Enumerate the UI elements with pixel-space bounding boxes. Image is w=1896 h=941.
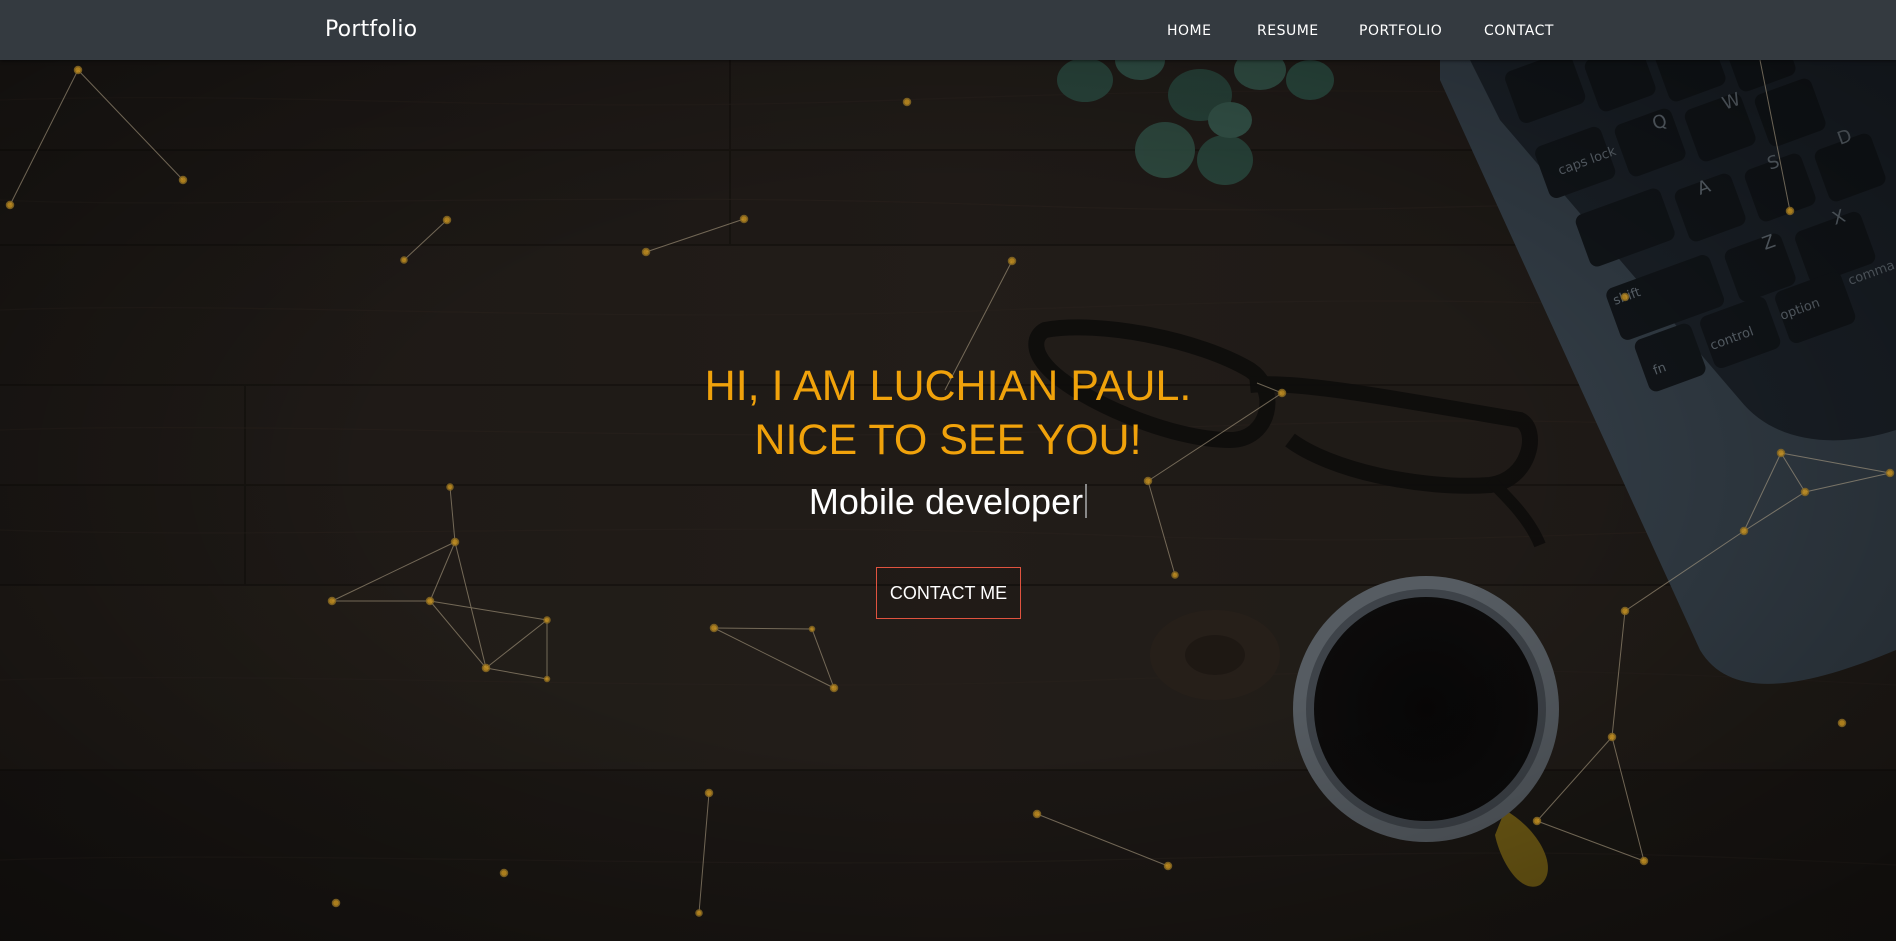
hero-title-line-2: NICE TO SEE YOU!	[754, 416, 1142, 464]
typed-text: Mobile developer	[808, 481, 1084, 522]
typing-cursor	[1085, 484, 1088, 518]
nav-link-resume[interactable]: RESUME	[1257, 23, 1319, 39]
nav-link-portfolio[interactable]: PORTFOLIO	[1359, 23, 1442, 39]
contact-me-button[interactable]: CONTACT ME	[876, 567, 1021, 619]
nav-link-contact[interactable]: CONTACT	[1484, 23, 1554, 39]
hero-title-line-1: HI, I AM LUCHIAN PAUL.	[704, 362, 1192, 410]
hero-background: caps lock shift fn control option comma …	[0, 0, 1896, 941]
nav-link-home[interactable]: HOME	[1167, 23, 1211, 39]
brand-link[interactable]: Portfolio	[325, 17, 417, 42]
hero-typed-subtitle: Mobile developer	[0, 481, 1896, 523]
top-navbar: Portfolio HOME RESUME PORTFOLIO CONTACT	[0, 0, 1896, 60]
